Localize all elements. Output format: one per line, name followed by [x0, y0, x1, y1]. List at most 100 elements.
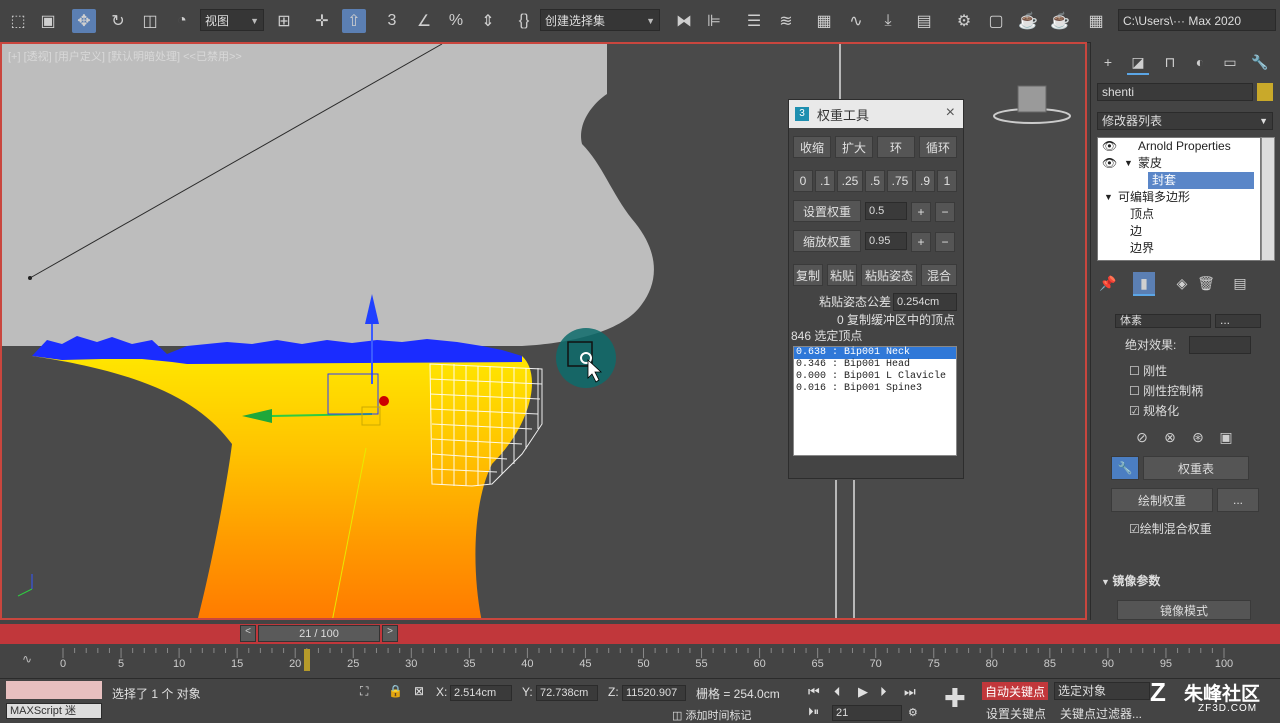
rendered-frame-icon[interactable]: ▢ — [984, 9, 1008, 33]
modifier-stack[interactable]: 👁 Arnold Properties 👁 ▼ 蒙皮 封套 ▼ 可编辑多边形 顶… — [1097, 137, 1261, 261]
make-unique-icon[interactable]: ◈ — [1171, 272, 1193, 294]
list-item[interactable]: 0.000 : Bip001 L Clavicle — [794, 371, 956, 383]
goto-start-icon[interactable]: ⏮ — [808, 684, 820, 700]
stack-item-editable-poly[interactable]: ▼ 可编辑多边形 — [1098, 189, 1260, 206]
window-crossing-icon[interactable]: ▣ — [36, 9, 60, 33]
modify-tab-icon[interactable]: ◪ — [1127, 51, 1149, 75]
weight-preset-0[interactable]: 0 — [793, 170, 813, 192]
mirror-params-rollout[interactable]: ▼ 镜像参数 — [1101, 572, 1160, 589]
layer-explorer-icon[interactable]: ≋ — [774, 9, 798, 33]
keyboard-shortcut-icon[interactable]: ⇧ — [342, 9, 366, 33]
absolute-effect-field[interactable] — [1189, 336, 1251, 354]
weight-tool-wrench-icon[interactable]: 🔧 — [1111, 456, 1139, 480]
select-excluded-icon[interactable]: ⊛ — [1187, 426, 1209, 448]
exclude-verts-icon[interactable]: ⊘ — [1131, 426, 1153, 448]
pin-stack-icon[interactable]: 📌 — [1097, 272, 1119, 294]
rigid-checkbox[interactable]: ☐ 刚性 — [1129, 362, 1167, 379]
set-weight-spinner[interactable]: 0.5 — [865, 202, 907, 220]
viewport-label[interactable]: [+] [透视] [用户定义] [默认明暗处理] <<已禁用>> — [8, 48, 242, 64]
eye-icon[interactable]: 👁 — [1102, 138, 1117, 155]
play-icon[interactable]: ▶ — [858, 684, 868, 700]
weight-preset-25[interactable]: .25 — [837, 170, 863, 192]
rotate-icon[interactable]: ↻ — [106, 9, 130, 33]
scene-explorer-icon[interactable]: ☰ — [742, 9, 766, 33]
paste-tolerance-spinner[interactable]: 0.254cm — [893, 293, 957, 311]
spinner-snap-icon[interactable]: ⇕ — [476, 9, 500, 33]
weight-preset-1[interactable]: .1 — [815, 170, 835, 192]
weight-tool-titlebar[interactable]: 3 权重工具 × — [789, 100, 963, 128]
stack-item-skin[interactable]: 👁 ▼ 蒙皮 — [1098, 155, 1260, 172]
align-icon[interactable]: ⊫ — [702, 9, 726, 33]
close-icon[interactable]: × — [946, 104, 955, 122]
copy-button[interactable]: 复制 — [793, 264, 823, 286]
toggle-ribbon-icon[interactable]: ▦ — [812, 9, 836, 33]
render-iterative-icon[interactable]: ☕ — [1048, 9, 1072, 33]
grow-button[interactable]: 扩大 — [835, 136, 873, 158]
goto-end-icon[interactable]: ⏭ — [904, 684, 916, 700]
key-mode-icon[interactable]: ⏵⏸ — [808, 706, 819, 719]
stack-item-envelope[interactable]: 封套 — [1098, 172, 1260, 189]
current-frame-field[interactable]: 21 — [832, 705, 902, 721]
add-time-tag[interactable]: ◫ 添加时间标记 — [672, 707, 751, 723]
rigid-handles-checkbox[interactable]: ☐ 刚性控制柄 — [1129, 382, 1203, 399]
snap-3d-icon[interactable]: 3 — [380, 9, 404, 33]
select-region-icon[interactable]: ⬚ — [6, 9, 30, 33]
maxscript-mini-listener[interactable]: MAXScript 迷 — [6, 703, 102, 719]
scale-weight-spinner[interactable]: 0.95 — [865, 232, 907, 250]
time-slider-thumb[interactable]: 21 / 100 — [258, 625, 380, 642]
display-tab-icon[interactable]: ▭ — [1219, 51, 1241, 73]
hierarchy-tab-icon[interactable]: ⊓ — [1159, 51, 1181, 73]
set-weight-button[interactable]: 设置权重 — [793, 200, 861, 222]
scale-weight-plus-button[interactable]: + — [911, 232, 931, 252]
viewcube-icon[interactable] — [1012, 76, 1056, 120]
include-verts-icon[interactable]: ⊗ — [1159, 426, 1181, 448]
mirror-icon[interactable]: ⧓ — [672, 9, 696, 33]
key-filters-button[interactable]: 关键点过滤器... — [1060, 705, 1142, 722]
rollout-more-button[interactable]: ... — [1215, 314, 1261, 328]
angle-snap-icon[interactable]: ∠ — [412, 9, 436, 33]
show-end-result-icon[interactable]: ▮ — [1133, 272, 1155, 296]
ring-button[interactable]: 环 — [877, 136, 915, 158]
paint-weights-button[interactable]: 绘制权重 — [1111, 488, 1213, 512]
absolute-mode-icon[interactable]: ⊠ — [414, 684, 424, 698]
weight-preset-9[interactable]: .9 — [915, 170, 935, 192]
stack-scrollbar[interactable] — [1261, 137, 1275, 261]
weight-preset-1-full[interactable]: 1 — [937, 170, 957, 192]
weight-preset-5[interactable]: .5 — [865, 170, 885, 192]
paint-options-button[interactable]: ... — [1217, 488, 1259, 512]
lock-selection-icon[interactable]: 🔒 — [388, 684, 403, 698]
workspace-path-field[interactable]: C:\Users\··· Max 2020 — [1118, 9, 1276, 31]
set-key-plus-icon[interactable]: ✚ — [944, 683, 966, 714]
scale-weight-button[interactable]: 缩放权重 — [793, 230, 861, 252]
current-frame-marker[interactable] — [303, 649, 310, 671]
modifier-list-dropdown[interactable]: 修改器列表 ▼ — [1097, 112, 1273, 130]
next-key-icon[interactable]: ⏵ — [880, 684, 887, 700]
material-editor-icon[interactable]: ▤ — [912, 9, 936, 33]
object-name-field[interactable]: shenti — [1097, 83, 1253, 101]
bone-influence-list[interactable]: 0.638 : Bip001 Neck 0.346 : Bip001 Head … — [793, 346, 957, 456]
maxscript-listener-pink[interactable] — [6, 681, 102, 699]
eye-icon[interactable]: 👁 — [1102, 155, 1117, 172]
x-coord-field[interactable]: 2.514cm — [450, 685, 512, 701]
stack-item-border[interactable]: 边界 — [1098, 240, 1260, 257]
paste-pose-button[interactable]: 粘贴姿态 — [861, 264, 917, 286]
create-tab-icon[interactable]: + — [1097, 51, 1119, 73]
weight-table-button[interactable]: 权重表 — [1143, 456, 1249, 480]
prev-key-icon[interactable]: ⏴ — [834, 684, 841, 700]
list-item[interactable]: 0.638 : Bip001 Neck — [794, 347, 956, 359]
isolate-icon[interactable]: ⛶ — [360, 684, 368, 699]
time-config-icon[interactable]: ⚙ — [908, 706, 918, 719]
set-key-label[interactable]: 设置关键点 — [986, 705, 1046, 722]
scale-weight-minus-button[interactable]: − — [935, 232, 955, 252]
mirror-mode-button[interactable]: 镜像模式 — [1117, 600, 1251, 620]
y-coord-field[interactable]: 72.738cm — [536, 685, 598, 701]
stack-item-arnold[interactable]: 👁 Arnold Properties — [1098, 138, 1260, 155]
weight-preset-75[interactable]: .75 — [887, 170, 913, 192]
object-color-swatch[interactable] — [1257, 83, 1273, 101]
list-item[interactable]: 0.346 : Bip001 Head — [794, 359, 956, 371]
rollout-dropdown[interactable]: 体素 — [1115, 314, 1211, 328]
curve-editor-icon[interactable]: ∿ — [844, 9, 868, 33]
configure-sets-icon[interactable]: ▤ — [1229, 272, 1251, 294]
set-weight-plus-button[interactable]: + — [911, 202, 931, 222]
named-selection-dropdown[interactable]: 创建选择集 ▼ — [540, 9, 660, 31]
